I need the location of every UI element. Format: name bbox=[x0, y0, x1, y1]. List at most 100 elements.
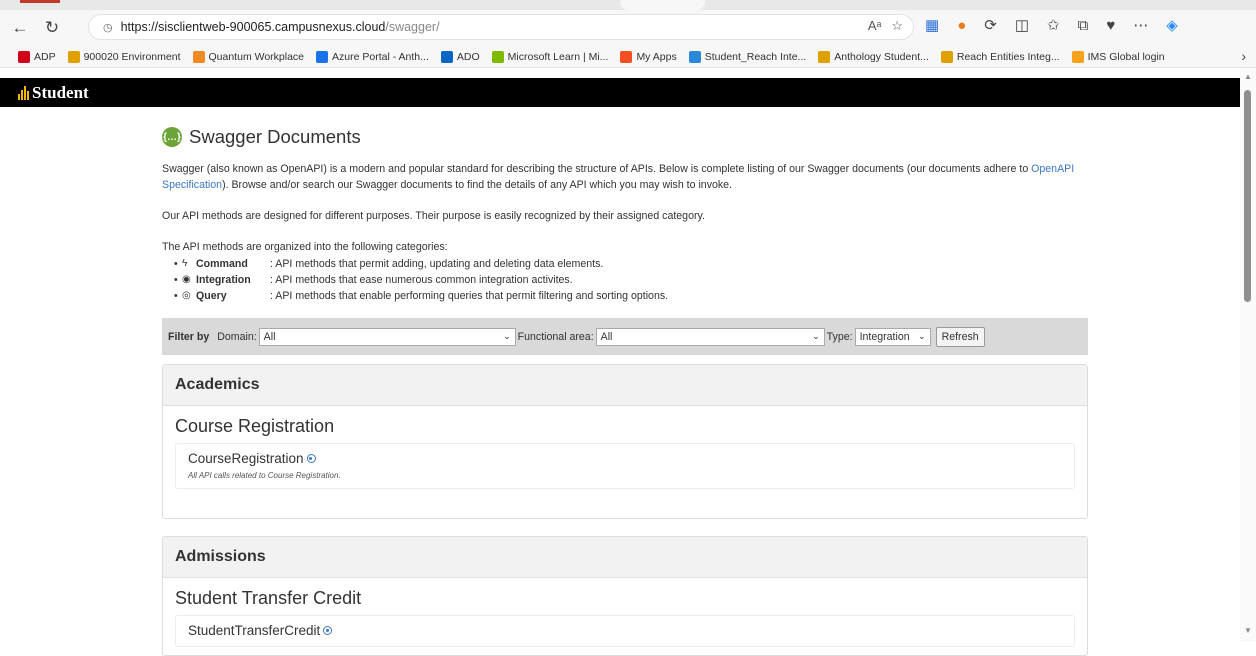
domain-select[interactable]: All ⌄ bbox=[258, 327, 516, 346]
api-link[interactable]: StudentTransferCredit bbox=[188, 623, 1062, 638]
api-link[interactable]: CourseRegistration bbox=[188, 451, 1062, 466]
domain-select-value: All bbox=[263, 330, 276, 343]
app-logo-text[interactable]: Student bbox=[32, 83, 89, 103]
address-bar[interactable]: ◷ https://sisclientweb-900065.campusnexu… bbox=[88, 14, 914, 40]
bookmarks-bar: ADP 900020 Environment Quantum Workplace Az… bbox=[0, 46, 1256, 68]
bookmark-favicon-icon bbox=[620, 50, 633, 63]
bookmark-label: ADP bbox=[34, 50, 56, 63]
functional-area-select[interactable]: All ⌄ bbox=[595, 327, 825, 346]
browser-toolbar: ← ↻ ◷ https://sisclientweb-900065.campus… bbox=[0, 0, 1256, 46]
filter-bar: Filter by Domain: All ⌄ Functional area:… bbox=[162, 318, 1088, 355]
functional-area-select-value: All bbox=[600, 330, 613, 343]
address-bar-actions: Aᵃ ☆ bbox=[868, 18, 903, 34]
tab-strip bbox=[0, 0, 1256, 10]
bookmark-favicon-icon bbox=[316, 50, 329, 63]
category-name: Query bbox=[196, 290, 227, 302]
heart-pulse-icon[interactable]: ♥ bbox=[1106, 17, 1115, 34]
refresh-button[interactable]: Refresh bbox=[935, 326, 985, 347]
filter-by-label: Filter by bbox=[168, 330, 210, 343]
bookmark-favicon-icon bbox=[440, 50, 453, 63]
type-select[interactable]: Integration ⌄ bbox=[854, 327, 931, 346]
collections-icon[interactable]: ⧉ bbox=[1078, 17, 1089, 34]
bookmark-label: ADO bbox=[456, 50, 480, 63]
bookmark-label: Student_Reach Inte... bbox=[704, 50, 807, 63]
more-menu-icon[interactable]: ⋯ bbox=[1133, 16, 1148, 34]
bookmark-favicon-icon bbox=[688, 50, 701, 63]
favorites-icon[interactable]: ✩ bbox=[1047, 16, 1060, 34]
logo-bars-icon bbox=[18, 85, 29, 100]
favorite-star-icon[interactable]: ☆ bbox=[891, 18, 903, 34]
integration-icon: ◉ bbox=[182, 274, 191, 285]
section-panel-academics: Academics Course Registration CourseRegi… bbox=[162, 364, 1088, 519]
reload-button[interactable]: ↻ bbox=[40, 16, 64, 40]
back-button[interactable]: ← bbox=[8, 16, 32, 40]
category-desc: : API methods that permit adding, updati… bbox=[270, 258, 604, 270]
browser-extensions: ▦ ● ⟳ ◫ ✩ ⧉ ♥ ⋯ ◈ bbox=[925, 16, 1178, 35]
read-aloud-icon[interactable]: Aᵃ bbox=[868, 18, 882, 34]
type-label: Type: bbox=[826, 330, 853, 343]
bookmark-item[interactable]: My Apps bbox=[620, 50, 677, 63]
bookmark-item[interactable]: Azure Portal - Anth... bbox=[316, 50, 429, 63]
reload-icon: ↻ bbox=[44, 18, 60, 37]
bookmark-item[interactable]: IMS Global login bbox=[1071, 50, 1165, 63]
refresh-extension-icon[interactable]: ⟳ bbox=[984, 16, 997, 34]
lightning-icon: ϟ bbox=[182, 258, 188, 269]
tab-edge bbox=[620, 0, 705, 10]
domain-label: Domain: bbox=[217, 330, 257, 343]
orange-extension-icon[interactable]: ● bbox=[957, 17, 966, 34]
bookmark-item[interactable]: Quantum Workplace bbox=[192, 50, 305, 63]
api-card: StudentTransferCredit bbox=[175, 615, 1075, 647]
bookmark-favicon-icon bbox=[491, 50, 504, 63]
intro-paragraph: Swagger (also known as OpenAPI) is a mod… bbox=[162, 161, 1088, 193]
swagger-logo-icon: {…} bbox=[162, 127, 182, 147]
category-name: Command bbox=[196, 258, 248, 270]
category-item-command: • ϟ Command : API methods that permit ad… bbox=[174, 258, 604, 270]
bookmark-favicon-icon bbox=[18, 50, 30, 63]
intro-text-1: Swagger (also known as OpenAPI) is a mod… bbox=[162, 163, 1032, 175]
bookmark-item[interactable]: Student_Reach Inte... bbox=[688, 50, 807, 63]
url-host: https://sisclientweb-900065.campusnexus.… bbox=[120, 20, 386, 34]
api-description: All API calls related to Course Registra… bbox=[188, 471, 341, 480]
bookmark-label: 900020 Environment bbox=[83, 50, 181, 63]
section-panel-admissions: Admissions Student Transfer Credit Stude… bbox=[162, 536, 1088, 656]
category-desc: : API methods that enable performing que… bbox=[270, 290, 669, 302]
category-list: • ϟ Command : API methods that permit ad… bbox=[174, 256, 1088, 304]
bookmark-label: Reach Entities Integ... bbox=[956, 50, 1060, 63]
copilot-icon[interactable]: ◈ bbox=[1166, 16, 1178, 34]
type-select-value: Integration bbox=[859, 330, 910, 343]
api-name: CourseRegistration bbox=[188, 451, 304, 466]
chevron-down-icon: ⌄ bbox=[503, 331, 511, 341]
bookmark-favicon-icon bbox=[940, 50, 953, 63]
functional-area-label: Functional area: bbox=[517, 330, 594, 343]
section-heading: Academics bbox=[163, 365, 1087, 406]
bookmark-item[interactable]: Reach Entities Integ... bbox=[940, 50, 1060, 63]
category-item-query: • ◎ Query : API methods that enable perf… bbox=[174, 290, 669, 302]
bookmark-favicon-icon bbox=[67, 50, 80, 63]
purpose-paragraph: Our API methods are designed for differe… bbox=[162, 210, 705, 222]
page-title-text: Swagger Documents bbox=[189, 126, 361, 147]
bookmark-item[interactable]: Anthology Student... bbox=[818, 50, 929, 63]
page-scrollbar[interactable]: ▲ ▼ bbox=[1240, 68, 1256, 641]
bookmark-label: Quantum Workplace bbox=[208, 50, 305, 63]
split-screen-icon[interactable]: ◫ bbox=[1015, 16, 1029, 34]
bookmark-item[interactable]: 900020 Environment bbox=[67, 50, 181, 63]
bookmark-item[interactable]: Microsoft Learn | Mi... bbox=[491, 50, 608, 63]
scroll-thumb[interactable] bbox=[1244, 90, 1251, 302]
scroll-down-icon[interactable]: ▼ bbox=[1244, 626, 1252, 635]
bookmarks-overflow-icon[interactable]: › bbox=[1241, 48, 1246, 64]
grid-extension-icon[interactable]: ▦ bbox=[925, 16, 939, 34]
url-path: /swagger/ bbox=[385, 20, 440, 34]
bookmark-item[interactable]: ADO bbox=[440, 50, 480, 63]
integration-icon bbox=[306, 454, 316, 463]
page-title: {…} Swagger Documents bbox=[162, 124, 1088, 150]
app-header: Student bbox=[0, 78, 1240, 107]
site-info-icon[interactable]: ◷ bbox=[103, 21, 113, 34]
bookmark-label: Anthology Student... bbox=[834, 50, 929, 63]
bookmark-item[interactable]: ADP bbox=[18, 50, 56, 63]
bookmark-label: My Apps bbox=[636, 50, 677, 63]
category-item-integration: • ◉ Integration : API methods that ease … bbox=[174, 274, 573, 286]
api-name: StudentTransferCredit bbox=[188, 623, 321, 638]
eye-icon: ◎ bbox=[182, 290, 191, 301]
scroll-up-icon[interactable]: ▲ bbox=[1244, 72, 1252, 81]
arrow-left-icon: ← bbox=[11, 18, 29, 37]
